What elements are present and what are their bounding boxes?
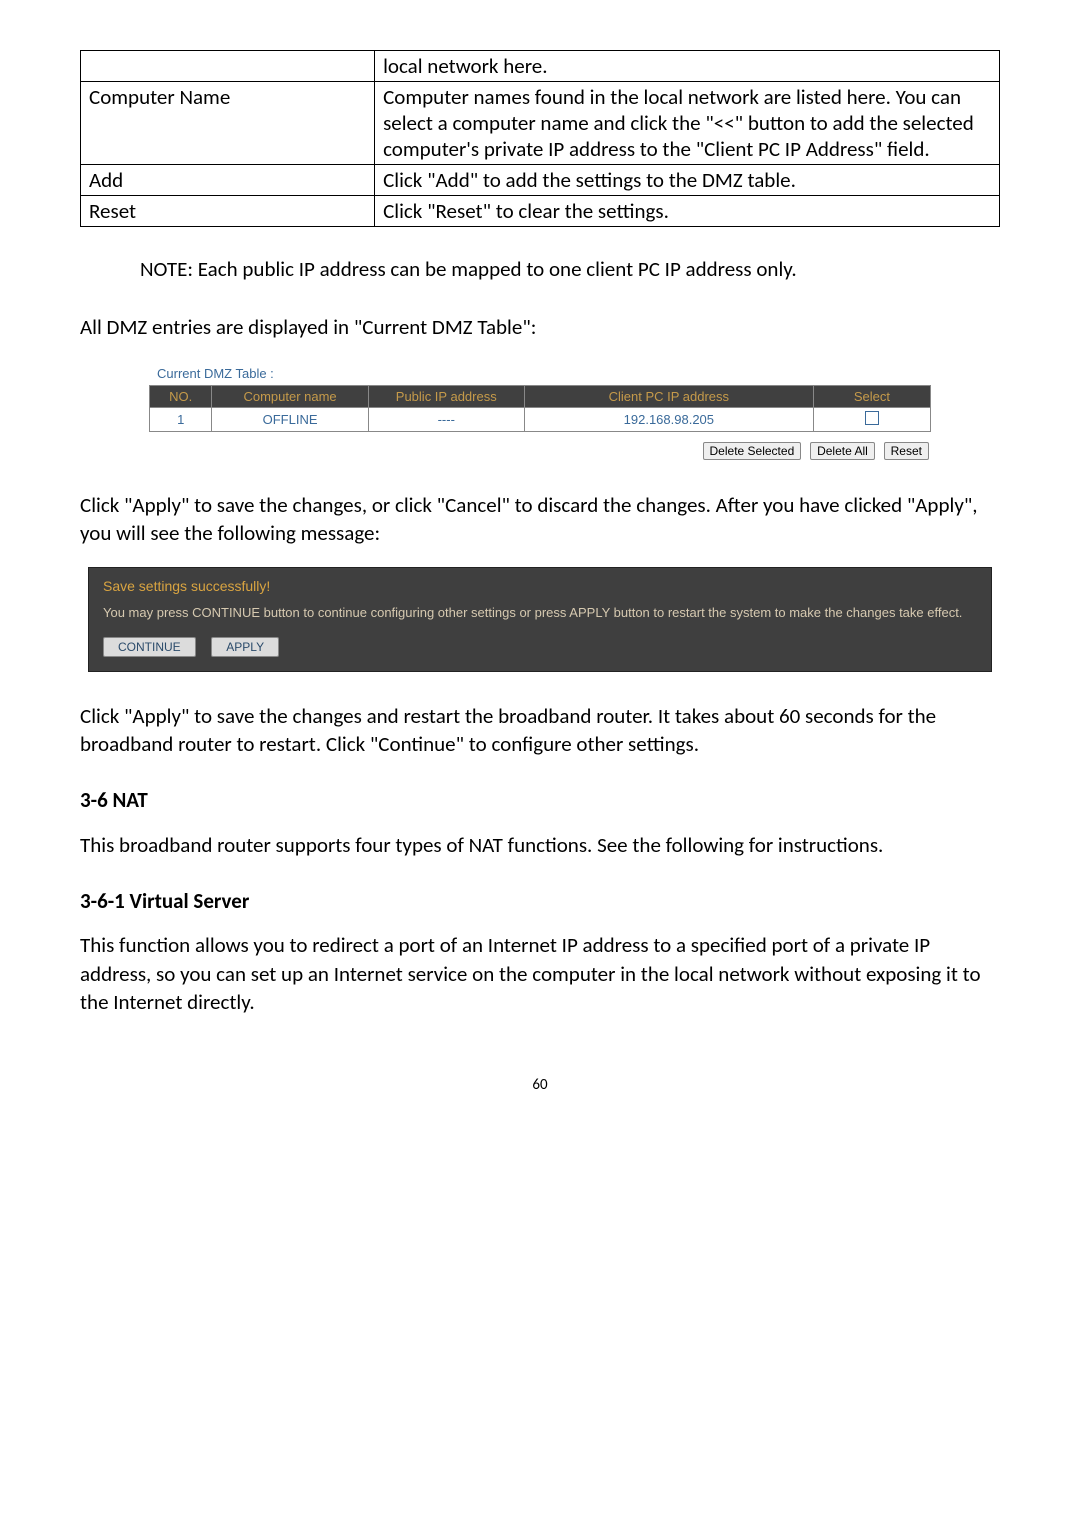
heading-3-6-1: 3-6-1 Virtual Server [80, 887, 1000, 915]
dmz-sel [813, 407, 930, 431]
desc-key: Reset [81, 196, 375, 227]
dmz-h-sel: Select [813, 385, 930, 407]
dmz-no: 1 [150, 407, 212, 431]
delete-selected-button[interactable]: Delete Selected [703, 442, 802, 460]
dmz-comp: OFFLINE [212, 407, 368, 431]
table-row: Reset Click "Reset" to clear the setting… [81, 196, 1000, 227]
dmz-h-cli: Client PC IP address [524, 385, 813, 407]
note-text: NOTE: Each public IP address can be mapp… [140, 255, 1000, 283]
dmz-data-row: 1 OFFLINE ---- 192.168.98.205 [150, 407, 931, 431]
paragraph: All DMZ entries are displayed in "Curren… [80, 313, 1000, 341]
desc-key [81, 51, 375, 82]
dmz-h-comp: Computer name [212, 385, 368, 407]
page-number: 60 [80, 1076, 1000, 1094]
dmz-pub: ---- [368, 407, 524, 431]
apply-button[interactable]: APPLY [211, 637, 279, 657]
table-row: Computer Name Computer names found in th… [81, 82, 1000, 165]
select-checkbox[interactable] [865, 411, 879, 425]
save-settings-panel: Save settings successfully! You may pres… [88, 567, 992, 671]
desc-key: Computer Name [81, 82, 375, 165]
dmz-button-row: Delete Selected Delete All Reset [149, 432, 931, 461]
delete-all-button[interactable]: Delete All [810, 442, 875, 460]
dmz-cli: 192.168.98.205 [524, 407, 813, 431]
desc-val: Computer names found in the local networ… [375, 82, 1000, 165]
paragraph: This broadband router supports four type… [80, 831, 1000, 859]
desc-val: Click "Add" to add the settings to the D… [375, 165, 1000, 196]
heading-3-6: 3-6 NAT [80, 786, 1000, 814]
description-table: local network here. Computer Name Comput… [80, 50, 1000, 227]
dmz-h-pub: Public IP address [368, 385, 524, 407]
save-title: Save settings successfully! [103, 578, 977, 594]
table-row: Add Click "Add" to add the settings to t… [81, 165, 1000, 196]
dmz-title: Current DMZ Table : [149, 362, 931, 385]
dmz-table-figure: Current DMZ Table : NO. Computer name Pu… [149, 362, 931, 461]
table-row: local network here. [81, 51, 1000, 82]
paragraph: Click "Apply" to save the changes, or cl… [80, 491, 1000, 548]
dmz-h-no: NO. [150, 385, 212, 407]
dmz-table: NO. Computer name Public IP address Clie… [149, 385, 931, 432]
continue-button[interactable]: CONTINUE [103, 637, 196, 657]
reset-button[interactable]: Reset [884, 442, 929, 460]
paragraph: This function allows you to redirect a p… [80, 931, 1000, 1016]
desc-key: Add [81, 165, 375, 196]
paragraph: Click "Apply" to save the changes and re… [80, 702, 1000, 759]
desc-val: Click "Reset" to clear the settings. [375, 196, 1000, 227]
save-message: You may press CONTINUE button to continu… [103, 604, 977, 622]
desc-val: local network here. [375, 51, 1000, 82]
dmz-header-row: NO. Computer name Public IP address Clie… [150, 385, 931, 407]
